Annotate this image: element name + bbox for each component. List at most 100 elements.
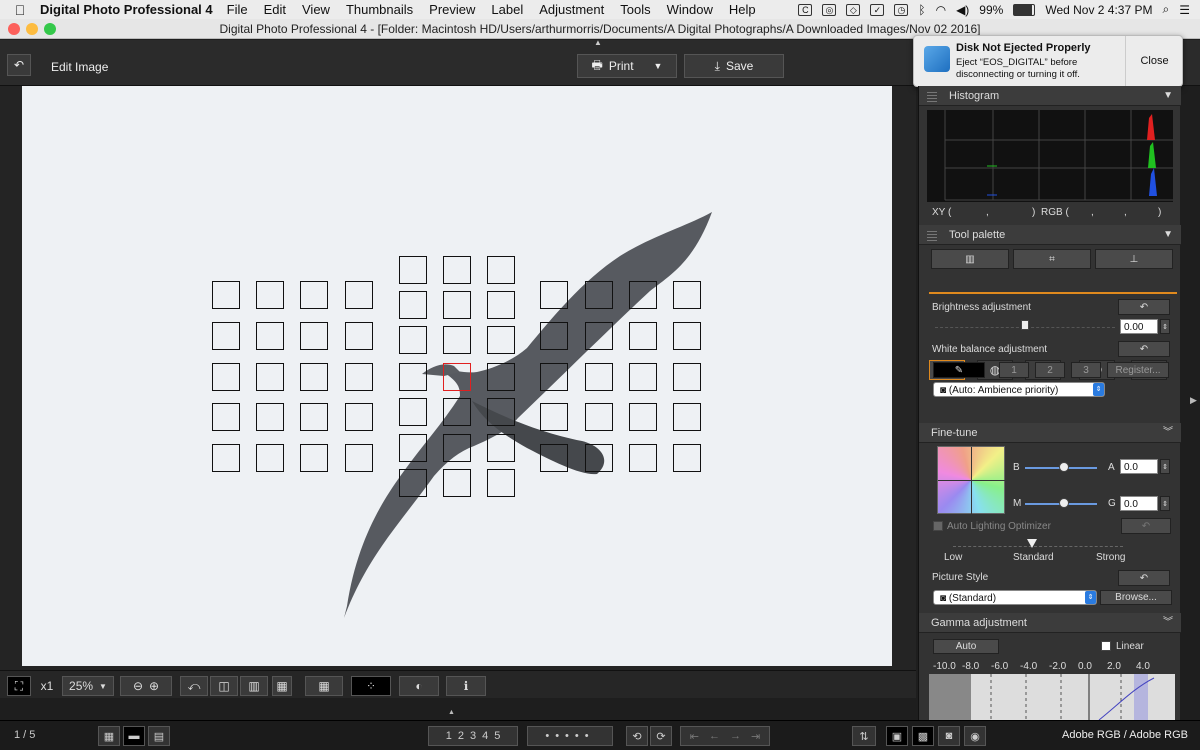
alo-reset-button[interactable]: ↶ [1121,518,1171,534]
collapse-icon[interactable]: ▼ [1163,225,1173,245]
last-image-icon[interactable]: ⇥ [751,730,760,743]
af-point-button[interactable]: ⁘ [351,676,391,696]
tool-palette-header[interactable]: Tool palette ▼ [919,225,1181,245]
wb-mode-dropdown-icon[interactable]: ⇕ [1093,383,1104,396]
color-wheel-grid[interactable] [937,446,1006,515]
zoom-window-icon[interactable] [44,23,56,35]
search-icon[interactable]: ⌕ [1163,2,1170,17]
rating-5[interactable]: 5 [494,730,500,742]
panel-expand-icon[interactable]: ▶ [1190,395,1197,406]
histogram-header[interactable]: Histogram ▼ [919,86,1181,106]
layout-1-button[interactable]: ▣ [886,726,908,746]
rotate-right-status-button[interactable]: ⟳ [650,726,672,746]
collapse-toolbar-icon[interactable]: ▲ [594,38,602,47]
menu-thumbnails[interactable]: Thumbnails [346,2,413,17]
browse-button[interactable]: Browse... [1100,590,1172,605]
wb-eyedropper-button[interactable]: ✎ [933,362,985,378]
brightness-reset-button[interactable]: ↶ [1118,299,1170,315]
double-chevron-icon[interactable]: ︾ [1163,423,1173,443]
brightness-value-field[interactable]: 0.00 [1120,319,1158,334]
tool-crop-button[interactable]: ⌗ [1013,249,1091,269]
alo-slider-thumb[interactable] [1027,539,1037,548]
rotate-left-button[interactable]: ⤺ [180,676,208,696]
wb-preset-3[interactable]: 3 [1071,362,1101,378]
gamma-header[interactable]: Gamma adjustment ︾ [919,613,1181,633]
gamma-auto-button[interactable]: Auto [933,639,999,654]
zoom-1x-button[interactable]: x1 [34,676,60,696]
menu-edit[interactable]: Edit [264,2,286,17]
info-button[interactable]: ℹ [446,676,486,696]
g-stepper[interactable]: ⇕ [1160,496,1170,511]
wb-mode-select[interactable]: ◙ (Auto: Ambience priority) [933,382,1105,397]
filmstrip-view-button[interactable]: ▬ [123,726,145,746]
apple-menu-icon[interactable]:  [0,2,40,18]
brightness-slider-thumb[interactable] [1021,320,1029,330]
picture-style-dropdown-icon[interactable]: ⇕ [1085,591,1096,604]
thumbnail-view-button[interactable]: ▦ [98,726,120,746]
print-dropdown-icon[interactable]: ▼ [654,61,663,71]
rating-3[interactable]: 3 [470,730,476,742]
menu-view[interactable]: View [302,2,330,17]
picture-style-select[interactable]: ◙ (Standard) [933,590,1097,605]
camera-button[interactable]: ◉ [964,726,986,746]
gamma-graph[interactable] [929,674,1175,721]
alo-slider[interactable] [953,546,1123,547]
battery-icon[interactable] [1013,3,1036,16]
back-button[interactable]: ↶ [7,54,31,76]
linear-checkbox[interactable] [1101,641,1111,651]
notification-center-icon[interactable]: ☰ [1179,3,1190,17]
rating-2[interactable]: 2 [458,730,464,742]
app-menu[interactable]: Digital Photo Professional 4 [40,2,213,17]
bluetooth-icon[interactable]: ᛒ [918,3,925,17]
list-view-button[interactable]: ▤ [148,726,170,746]
save-button[interactable]: ⤓ Save [684,54,784,78]
wb-preset-1[interactable]: 1 [999,362,1029,378]
status-cc-icon[interactable]: ◎ [822,3,837,16]
fit-screen-button[interactable]: ⛶ [7,676,31,696]
wb-reset-button[interactable]: ↶ [1118,341,1170,357]
wb-preset-2[interactable]: 2 [1035,362,1065,378]
highlight-warning-button[interactable]: ◐ [399,676,439,696]
status-shield-icon[interactable]: ✓ [870,3,885,16]
sort-button[interactable]: ⇅ [852,726,876,746]
double-chevron-icon[interactable]: ︾ [1163,613,1173,633]
alo-checkbox[interactable] [933,521,943,531]
grid-button[interactable]: ▦ [272,676,292,696]
zoom-select[interactable]: 25% ▼ [62,676,114,696]
status-app-c-icon[interactable]: C [798,3,813,16]
label-dots[interactable]: ••••• [527,726,613,746]
minimize-window-icon[interactable] [26,23,38,35]
layout-3-button[interactable]: ◙ [938,726,960,746]
print-button[interactable]: 🖶 Print ▼ [577,54,677,78]
rating-1[interactable]: 1 [446,730,452,742]
grid-overlay-button[interactable]: ▦ [305,676,343,696]
wifi-icon[interactable]: ◠ [936,3,946,17]
compare-button[interactable]: ◫ [210,676,238,696]
menu-help[interactable]: Help [729,2,756,17]
filmstrip-toggle-icon[interactable]: ▲ [448,709,455,716]
tool-stamp-button[interactable]: ⊥ [1095,249,1173,269]
rating-4[interactable]: 4 [482,730,488,742]
ba-slider-thumb[interactable] [1059,462,1069,472]
first-image-icon[interactable]: ⇤ [690,730,699,743]
wb-register-button[interactable]: Register... [1107,362,1169,378]
next-image-icon[interactable]: → [730,730,741,742]
notification-close-button[interactable]: Close [1125,36,1183,86]
fine-tune-header[interactable]: Fine-tune ︾ [919,423,1181,443]
menu-adjustment[interactable]: Adjustment [539,2,604,17]
zoom-out-icon[interactable]: ⊖ [133,679,143,693]
grip-icon[interactable] [927,229,937,241]
menu-file[interactable]: File [227,2,248,17]
grip-icon[interactable] [927,90,937,102]
volume-icon[interactable]: ◀) [956,3,969,17]
rotate-left-status-button[interactable]: ⟲ [626,726,648,746]
picture-style-reset-button[interactable]: ↶ [1118,570,1170,586]
menu-preview[interactable]: Preview [429,2,475,17]
previous-image-icon[interactable]: ← [709,730,720,742]
a-value-field[interactable]: 0.0 [1120,459,1158,474]
tool-basic-button[interactable]: ▥ [931,249,1009,269]
clock[interactable]: Wed Nov 2 4:37 PM [1045,3,1152,17]
collapse-icon[interactable]: ▼ [1163,86,1173,106]
split-view-button[interactable]: ▥ [240,676,268,696]
g-value-field[interactable]: 0.0 [1120,496,1158,511]
